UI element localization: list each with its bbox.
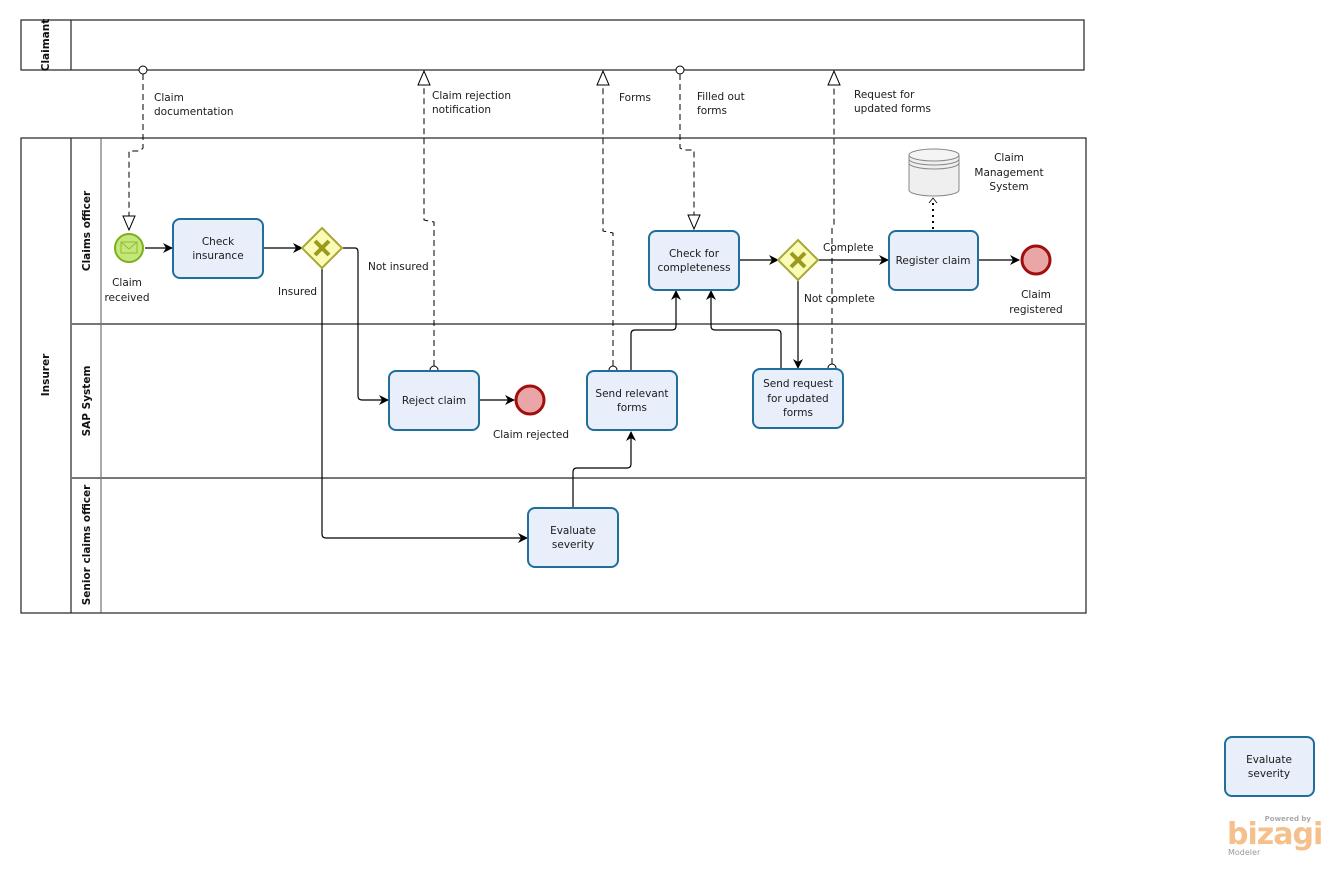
message-flow-request-for-updated-forms[interactable]: Request for updated forms xyxy=(827,69,931,373)
pool-claimant[interactable]: Claimant xyxy=(20,19,1085,72)
svg-text:forms: forms xyxy=(617,402,647,414)
modeler-label: Modeler xyxy=(1228,848,1261,857)
message-flow-claim-rejection-notification[interactable]: Claim rejection notification xyxy=(417,69,511,375)
bizagi-watermark: Powered by bizagi Modeler xyxy=(1227,815,1323,860)
svg-text:Claim: Claim xyxy=(994,152,1024,164)
svg-text:Evaluate: Evaluate xyxy=(550,525,596,537)
gateway-complete[interactable] xyxy=(776,238,820,282)
svg-text:Send request: Send request xyxy=(763,378,833,390)
svg-text:Management: Management xyxy=(974,167,1043,179)
svg-text:Claim rejection: Claim rejection xyxy=(432,90,511,102)
svg-text:forms: forms xyxy=(697,105,727,117)
palette-preview-task[interactable]: Evaluate severity xyxy=(1224,736,1315,797)
bizagi-logo: bizagi xyxy=(1227,817,1323,852)
message-flow-forms[interactable]: Forms xyxy=(596,69,651,375)
flow-evaluate-to-send-forms[interactable] xyxy=(572,431,636,507)
sequence-flows xyxy=(145,197,1020,543)
svg-text:severity: severity xyxy=(552,539,594,551)
task-evaluate-severity[interactable]: Evaluate severity xyxy=(527,507,619,568)
task-register-claim[interactable]: Register claim xyxy=(888,230,979,291)
gateway-insured[interactable] xyxy=(300,226,344,270)
lane-senior-claims-officer-label: Senior claims officer xyxy=(81,484,93,605)
svg-text:Send relevant: Send relevant xyxy=(595,388,668,400)
svg-text:for updated: for updated xyxy=(767,393,828,405)
svg-text:Claim: Claim xyxy=(154,92,184,104)
svg-text:Reject claim: Reject claim xyxy=(402,395,466,407)
data-store-claim-management-system[interactable]: Claim Management System xyxy=(908,148,1044,197)
svg-text:Register claim: Register claim xyxy=(896,255,971,267)
label-not-complete: Not complete xyxy=(804,293,875,305)
svg-text:Forms: Forms xyxy=(619,92,651,104)
start-event-claim-received[interactable]: Claim received xyxy=(104,233,150,304)
svg-text:severity: severity xyxy=(1248,768,1290,780)
svg-text:System: System xyxy=(989,181,1028,193)
end-event-claim-rejected[interactable]: Claim rejected xyxy=(493,384,569,441)
task-check-insurance[interactable]: Check insurance xyxy=(172,218,264,279)
task-send-relevant-forms[interactable]: Send relevant forms xyxy=(586,370,678,431)
lane-claims-officer-label: Claims officer xyxy=(81,190,93,271)
flow-request-to-check[interactable] xyxy=(706,290,782,369)
bpmn-diagram: Claimant Insurer Claims officer SAP Syst… xyxy=(20,19,1315,797)
label-insured: Insured xyxy=(278,286,317,298)
flow-send-forms-to-check[interactable] xyxy=(630,290,681,370)
svg-text:forms: forms xyxy=(783,407,813,419)
svg-text:Check for: Check for xyxy=(669,248,720,260)
svg-text:insurance: insurance xyxy=(192,250,243,262)
svg-text:Request for: Request for xyxy=(854,89,915,101)
message-flow-claim-documentation[interactable]: Claim documentation xyxy=(122,65,234,232)
svg-text:notification: notification xyxy=(432,104,491,116)
svg-text:Filled out: Filled out xyxy=(697,91,745,103)
message-flow-filled-out-forms[interactable]: Filled out forms xyxy=(675,65,745,231)
task-check-for-completeness[interactable]: Check for completeness xyxy=(648,230,740,291)
label-complete: Complete xyxy=(823,242,874,254)
svg-text:completeness: completeness xyxy=(657,262,730,274)
pool-claimant-label: Claimant xyxy=(40,19,52,72)
label-not-insured: Not insured xyxy=(368,261,429,273)
svg-text:received: received xyxy=(104,292,149,304)
svg-text:Claim rejected: Claim rejected xyxy=(493,429,569,441)
pool-insurer-label: Insurer xyxy=(40,353,52,396)
svg-text:Evaluate: Evaluate xyxy=(1246,754,1292,766)
svg-text:registered: registered xyxy=(1009,304,1062,316)
lane-sap-system-label: SAP System xyxy=(81,366,93,437)
svg-text:Claim: Claim xyxy=(112,277,142,289)
svg-text:updated forms: updated forms xyxy=(854,103,931,115)
end-event-claim-registered[interactable]: Claim registered xyxy=(1009,244,1063,316)
database-icon xyxy=(908,148,960,197)
svg-text:Claim: Claim xyxy=(1021,289,1051,301)
task-reject-claim[interactable]: Reject claim xyxy=(388,370,480,431)
svg-text:Check: Check xyxy=(202,236,235,248)
task-send-request-for-updated-forms[interactable]: Send request for updated forms xyxy=(752,368,844,429)
svg-text:documentation: documentation xyxy=(154,106,234,118)
